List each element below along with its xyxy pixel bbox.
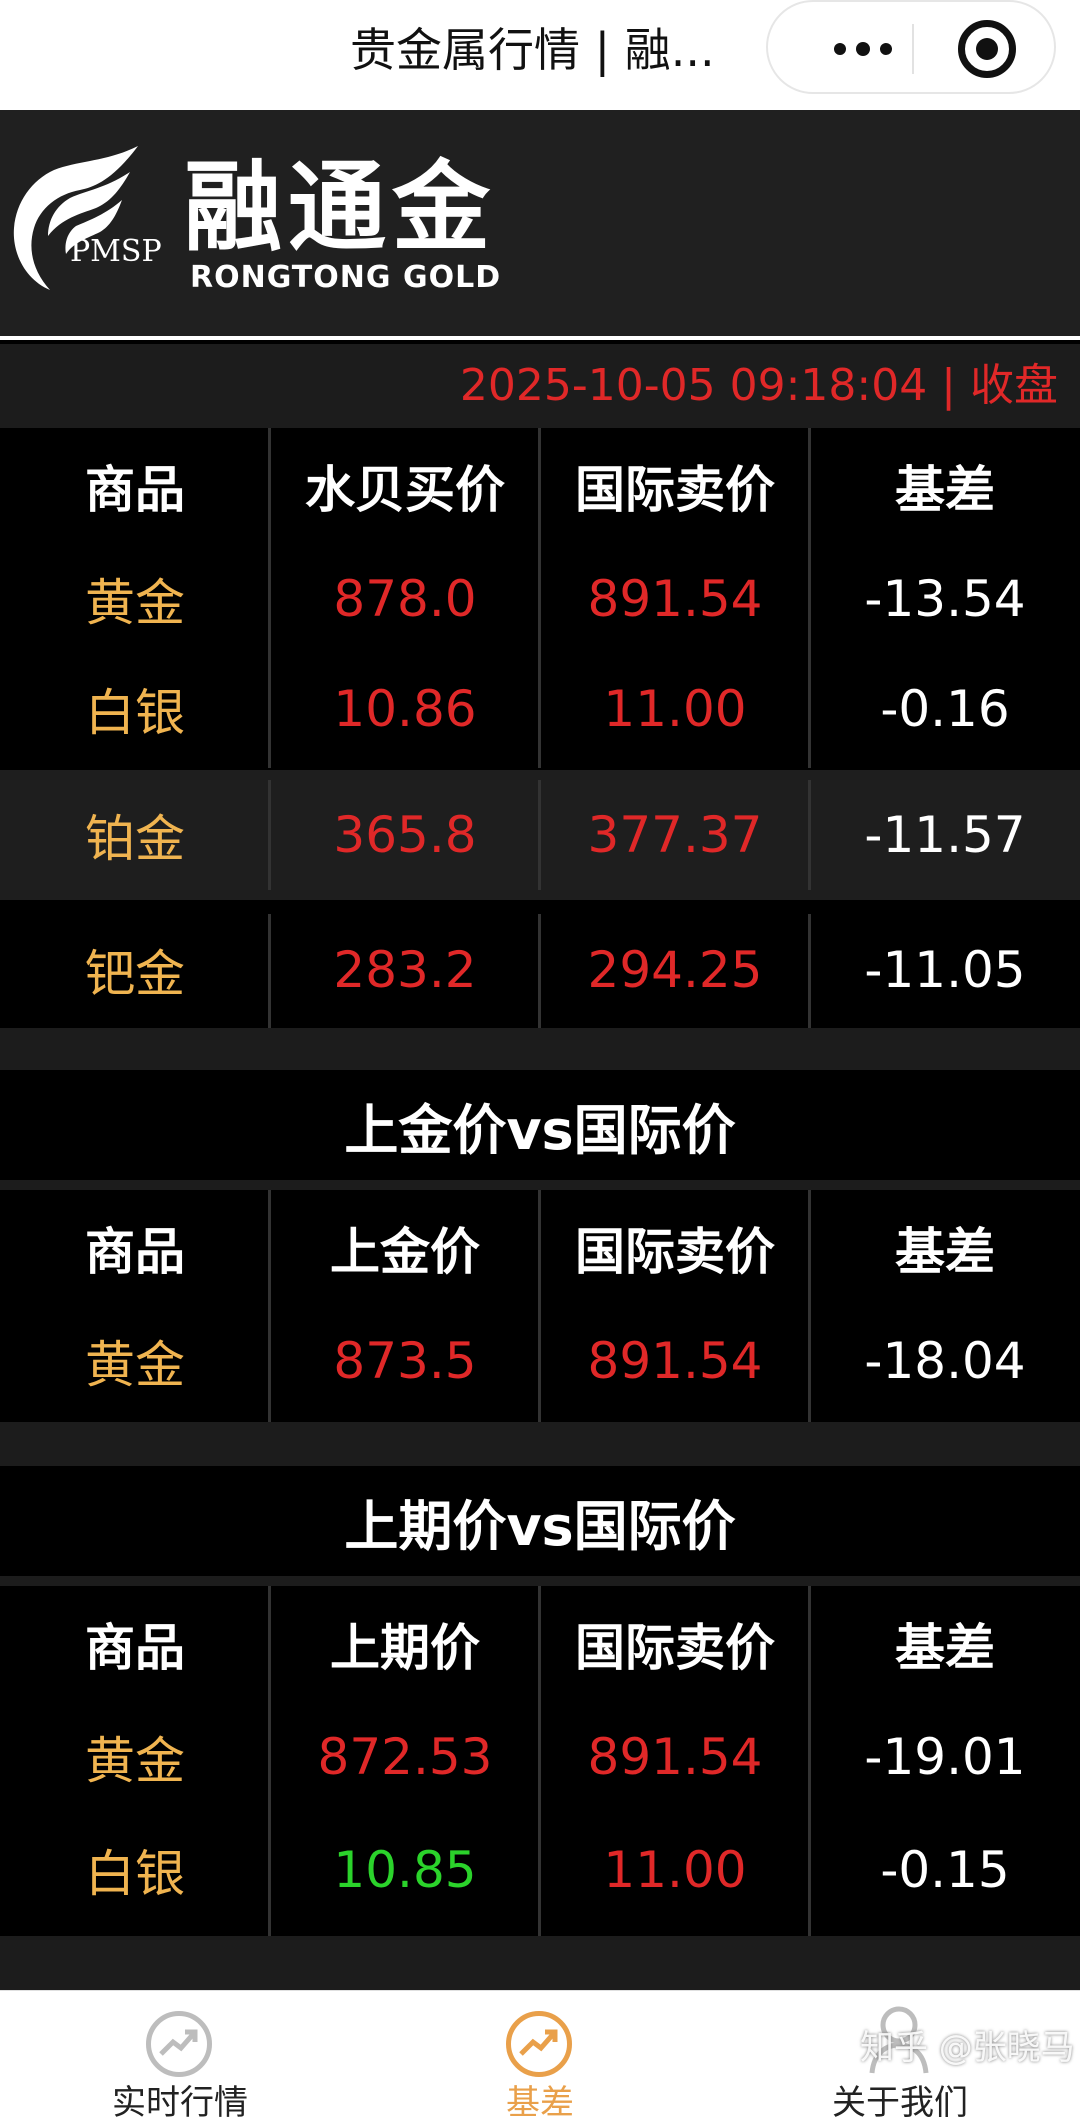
section-gap — [0, 1180, 1080, 1190]
tab-basis[interactable]: 基差 — [360, 1991, 720, 2117]
section-gap — [0, 1422, 1080, 1466]
header-divider — [0, 336, 1080, 340]
basis-value: -0.15 — [880, 1841, 1010, 1899]
capsule-divider — [912, 24, 914, 74]
local-price: 872.53 — [317, 1728, 493, 1786]
shuibei-basis-table: 商品 水贝买价 国际卖价 基差 黄金 878.0 891.54 -13.54 白… — [0, 428, 1080, 1028]
header-cell-product: 商品 — [85, 1223, 185, 1281]
header-cell-local-price: 上金价 — [330, 1223, 480, 1281]
local-price: 10.85 — [333, 1841, 477, 1899]
header-cell-basis: 基差 — [895, 461, 995, 519]
page-title: 贵金属行情 | 融... — [350, 23, 715, 77]
section-title-shfe: 上期价vs国际价 — [0, 1466, 1080, 1576]
logo-english-name: RONGTONG GOLD — [190, 260, 502, 295]
product-name: 白银 — [85, 1845, 185, 1903]
local-price: 10.86 — [333, 680, 477, 738]
logo-abbr: PMSP — [70, 234, 162, 269]
intl-price: 891.54 — [587, 1332, 763, 1390]
local-price: 365.8 — [333, 806, 477, 864]
header-cell-local-price: 上期价 — [330, 1619, 480, 1677]
shfe-basis-table: 商品 上期价 国际卖价 基差 黄金 872.53 891.54 -19.01 白… — [0, 1586, 1080, 1936]
trend-icon — [506, 2011, 572, 2077]
basis-value: -19.01 — [864, 1728, 1026, 1786]
product-name: 钯金 — [85, 945, 185, 1003]
header-cell-basis: 基差 — [895, 1619, 995, 1677]
section-gap — [0, 1576, 1080, 1586]
product-name: 白银 — [85, 684, 185, 742]
product-name: 铂金 — [85, 810, 185, 868]
product-name: 黄金 — [85, 1336, 185, 1394]
intl-price: 11.00 — [603, 1841, 747, 1899]
logo-chinese-name: 融通金 — [184, 151, 497, 265]
header-cell-intl-price: 国际卖价 — [575, 461, 775, 519]
tab-label: 实时行情 — [112, 2083, 248, 2117]
close-target-icon[interactable] — [958, 20, 1016, 78]
capsule-menu — [766, 0, 1056, 94]
section-gap — [0, 1028, 1080, 1070]
mini-program-navbar: 贵金属行情 | 融... — [0, 0, 1080, 110]
header-cell-product: 商品 — [85, 461, 185, 519]
basis-value: -11.05 — [864, 941, 1026, 999]
tab-label: 基差 — [506, 2083, 574, 2117]
tab-label: 关于我们 — [832, 2083, 968, 2117]
dragon-logo-icon — [13, 146, 139, 290]
section-gap — [0, 1936, 1080, 1990]
sge-basis-table: 商品 上金价 国际卖价 基差 黄金 873.5 891.54 -18.04 — [0, 1190, 1080, 1422]
intl-price: 891.54 — [587, 1728, 763, 1786]
basis-value: -11.57 — [864, 806, 1026, 864]
intl-price: 891.54 — [587, 570, 763, 628]
watermark: 知乎 @张晓马 — [860, 2028, 1075, 2068]
intl-price: 11.00 — [603, 680, 747, 738]
header-cell-basis: 基差 — [895, 1223, 995, 1281]
header-cell-intl-price: 国际卖价 — [575, 1223, 775, 1281]
header-cell-intl-price: 国际卖价 — [575, 1619, 775, 1677]
chart-icon — [146, 2011, 212, 2077]
section-title-sge: 上金价vs国际价 — [0, 1070, 1080, 1180]
intl-price: 377.37 — [587, 806, 763, 864]
market-status-bar: 2025-10-05 09:18:04 | 收盘 — [0, 344, 1080, 428]
local-price: 283.2 — [333, 941, 477, 999]
market-status-text: 2025-10-05 09:18:04 | 收盘 — [459, 360, 1058, 411]
header-band — [0, 110, 1080, 336]
product-name: 黄金 — [85, 1732, 185, 1790]
basis-value: -18.04 — [864, 1332, 1026, 1390]
local-price: 878.0 — [333, 570, 477, 628]
header-cell-local-price: 水贝买价 — [305, 461, 505, 519]
basis-value: -0.16 — [880, 680, 1010, 738]
tab-realtime-quotes[interactable]: 实时行情 — [0, 1991, 360, 2117]
brand-header: PMSP 融通金 RONGTONG GOLD — [0, 110, 1080, 340]
more-icon[interactable] — [808, 10, 918, 88]
basis-value: -13.54 — [864, 570, 1026, 628]
intl-price: 294.25 — [587, 941, 763, 999]
local-price: 873.5 — [333, 1332, 477, 1390]
product-name: 黄金 — [85, 574, 185, 632]
header-cell-product: 商品 — [85, 1619, 185, 1677]
